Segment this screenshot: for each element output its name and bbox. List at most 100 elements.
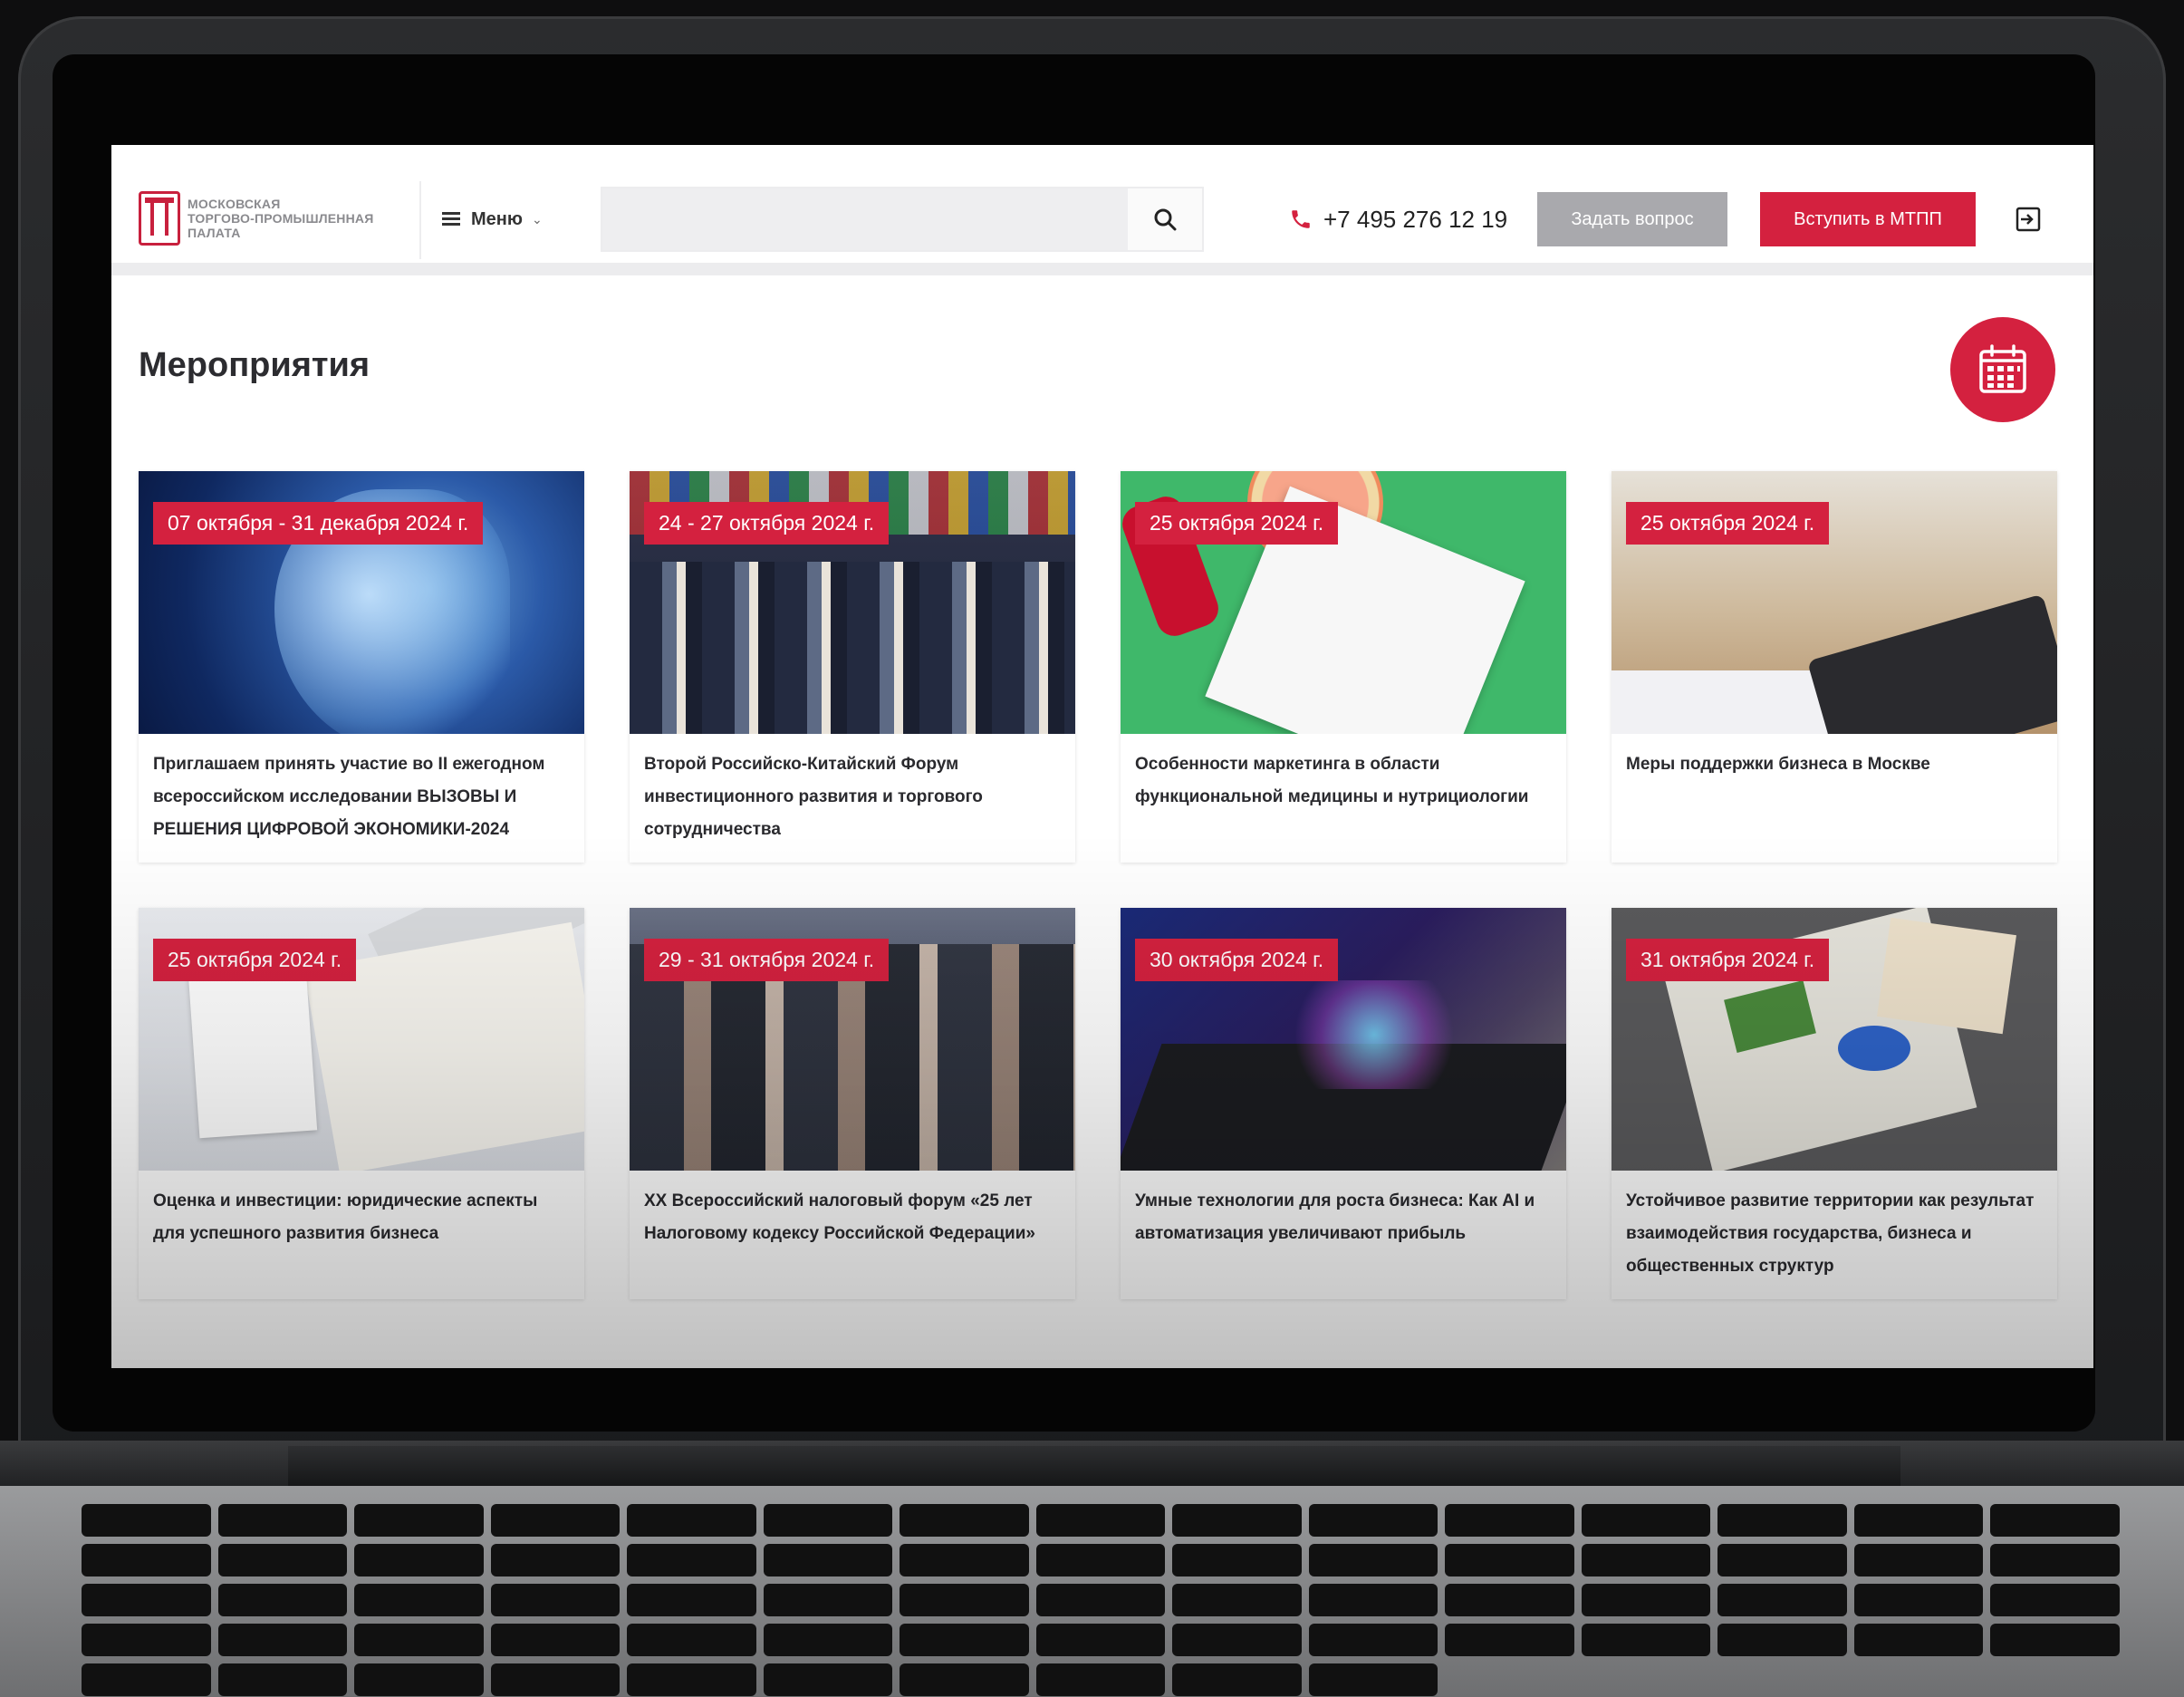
key <box>217 1544 348 1576</box>
event-card[interactable]: 31 октября 2024 г. Устойчивое развитие т… <box>1612 908 2057 1299</box>
key <box>1581 1504 1711 1537</box>
phone-link[interactable]: +7 495 276 12 19 <box>1289 201 1507 237</box>
event-title[interactable]: Приглашаем принять участие во II ежегодн… <box>153 748 570 846</box>
key <box>1035 1504 1166 1537</box>
chevron-down-icon: ⌄ <box>531 211 543 227</box>
menu-button[interactable]: Меню ⌄ <box>442 203 543 236</box>
key <box>1445 1584 1574 1616</box>
search-input[interactable] <box>602 188 1128 250</box>
logo-text: МОСКОВСКАЯ ТОРГОВО-ПРОМЫШЛЕННАЯ ПАЛАТА <box>188 197 373 240</box>
key <box>900 1584 1029 1616</box>
key <box>763 1584 893 1616</box>
key <box>1035 1584 1166 1616</box>
key <box>900 1663 1029 1696</box>
event-date-badge: 30 октября 2024 г. <box>1135 939 1339 981</box>
key <box>1853 1584 1984 1616</box>
calendar-button[interactable] <box>1950 317 2055 422</box>
key <box>1035 1624 1166 1656</box>
search-bar <box>601 187 1204 252</box>
search-button[interactable] <box>1128 188 1202 250</box>
event-title[interactable]: Умные технологии для роста бизнеса: Как … <box>1135 1185 1552 1250</box>
event-card[interactable]: 30 октября 2024 г. Умные технологии для … <box>1121 908 1566 1299</box>
key <box>1581 1624 1711 1656</box>
event-title[interactable]: Особенности маркетинга в области функцио… <box>1135 748 1552 814</box>
key <box>627 1544 756 1576</box>
events-grid: 07 октября - 31 декабря 2024 г. Приглаша… <box>139 471 2059 1299</box>
event-card[interactable]: 24 - 27 октября 2024 г. Второй Российско… <box>630 471 1075 863</box>
event-date-badge: 25 октября 2024 г. <box>153 939 357 981</box>
key <box>1035 1663 1166 1696</box>
event-date-badge: 31 октября 2024 г. <box>1626 939 1830 981</box>
website-screen: МОСКОВСКАЯ ТОРГОВО-ПРОМЫШЛЕННАЯ ПАЛАТА М… <box>111 145 2093 1368</box>
key <box>354 1584 484 1616</box>
key <box>490 1624 621 1656</box>
phone-icon <box>1292 210 1310 228</box>
event-title[interactable]: XX Всероссийский налоговый форум «25 лет… <box>644 1185 1061 1250</box>
key <box>627 1504 756 1537</box>
key <box>627 1584 756 1616</box>
key <box>1990 1584 2120 1616</box>
key <box>82 1663 211 1696</box>
key <box>1990 1504 2120 1537</box>
hamburger-icon <box>442 212 460 227</box>
key <box>1308 1624 1438 1656</box>
key <box>217 1584 348 1616</box>
key <box>1445 1544 1574 1576</box>
key <box>490 1544 621 1576</box>
key <box>1717 1544 1847 1576</box>
key <box>763 1504 893 1537</box>
search-icon <box>1154 208 1177 231</box>
menu-label: Меню <box>471 208 523 229</box>
calendar-icon <box>1979 344 2026 393</box>
key <box>217 1624 348 1656</box>
key <box>490 1584 621 1616</box>
key <box>82 1544 211 1576</box>
key <box>763 1544 893 1576</box>
event-title[interactable]: Оценка и инвестиции: юридические аспекты… <box>153 1185 570 1250</box>
key <box>1990 1624 2120 1656</box>
key <box>763 1624 893 1656</box>
logo-line: МОСКОВСКАЯ <box>188 197 281 211</box>
key <box>354 1624 484 1656</box>
site-header: МОСКОВСКАЯ ТОРГОВО-ПРОМЫШЛЕННАЯ ПАЛАТА М… <box>111 145 2093 275</box>
key <box>1581 1544 1711 1576</box>
join-button[interactable]: Вступить в МТПП <box>1760 192 1976 246</box>
key <box>1853 1504 1984 1537</box>
event-card[interactable]: 25 октября 2024 г. Оценка и инвестиции: … <box>139 908 584 1299</box>
key <box>1172 1544 1302 1576</box>
key <box>1308 1663 1438 1696</box>
event-title[interactable]: Устойчивое развитие территории как резул… <box>1626 1185 2043 1283</box>
logo-emblem-icon <box>139 191 180 246</box>
event-card[interactable]: 25 октября 2024 г. Меры поддержки бизнес… <box>1612 471 2057 863</box>
ask-question-button[interactable]: Задать вопрос <box>1537 192 1727 246</box>
event-card[interactable]: 25 октября 2024 г. Особенности маркетинг… <box>1121 471 1566 863</box>
header-divider <box>419 181 421 259</box>
key <box>900 1624 1029 1656</box>
event-card[interactable]: 07 октября - 31 декабря 2024 г. Приглаша… <box>139 471 584 863</box>
key <box>1990 1544 2120 1576</box>
key <box>217 1504 348 1537</box>
logo-line: ПАЛАТА <box>188 226 241 240</box>
key <box>354 1504 484 1537</box>
key <box>1853 1544 1984 1576</box>
login-icon <box>2016 207 2041 232</box>
event-title[interactable]: Меры поддержки бизнеса в Москве <box>1626 748 2043 781</box>
event-date-badge: 07 октября - 31 декабря 2024 г. <box>153 502 484 545</box>
event-card[interactable]: 29 - 31 октября 2024 г. XX Всероссийский… <box>630 908 1075 1299</box>
key <box>627 1663 756 1696</box>
key <box>1172 1584 1302 1616</box>
key <box>1308 1544 1438 1576</box>
key <box>1853 1624 1984 1656</box>
event-title[interactable]: Второй Российско-Китайский Форум инвести… <box>644 748 1061 846</box>
key <box>763 1663 893 1696</box>
laptop-keys <box>82 1504 2120 1697</box>
key <box>354 1544 484 1576</box>
logo-line: ТОРГОВО-ПРОМЫШЛЕННАЯ <box>188 211 374 226</box>
site-logo[interactable]: МОСКОВСКАЯ ТОРГОВО-ПРОМЫШЛЕННАЯ ПАЛАТА <box>139 188 392 248</box>
phone-number: +7 495 276 12 19 <box>1323 205 1508 233</box>
key <box>1172 1504 1302 1537</box>
event-date-badge: 24 - 27 октября 2024 г. <box>644 502 890 545</box>
key <box>82 1584 211 1616</box>
login-button[interactable] <box>2010 201 2046 237</box>
event-date-badge: 29 - 31 октября 2024 г. <box>644 939 890 981</box>
